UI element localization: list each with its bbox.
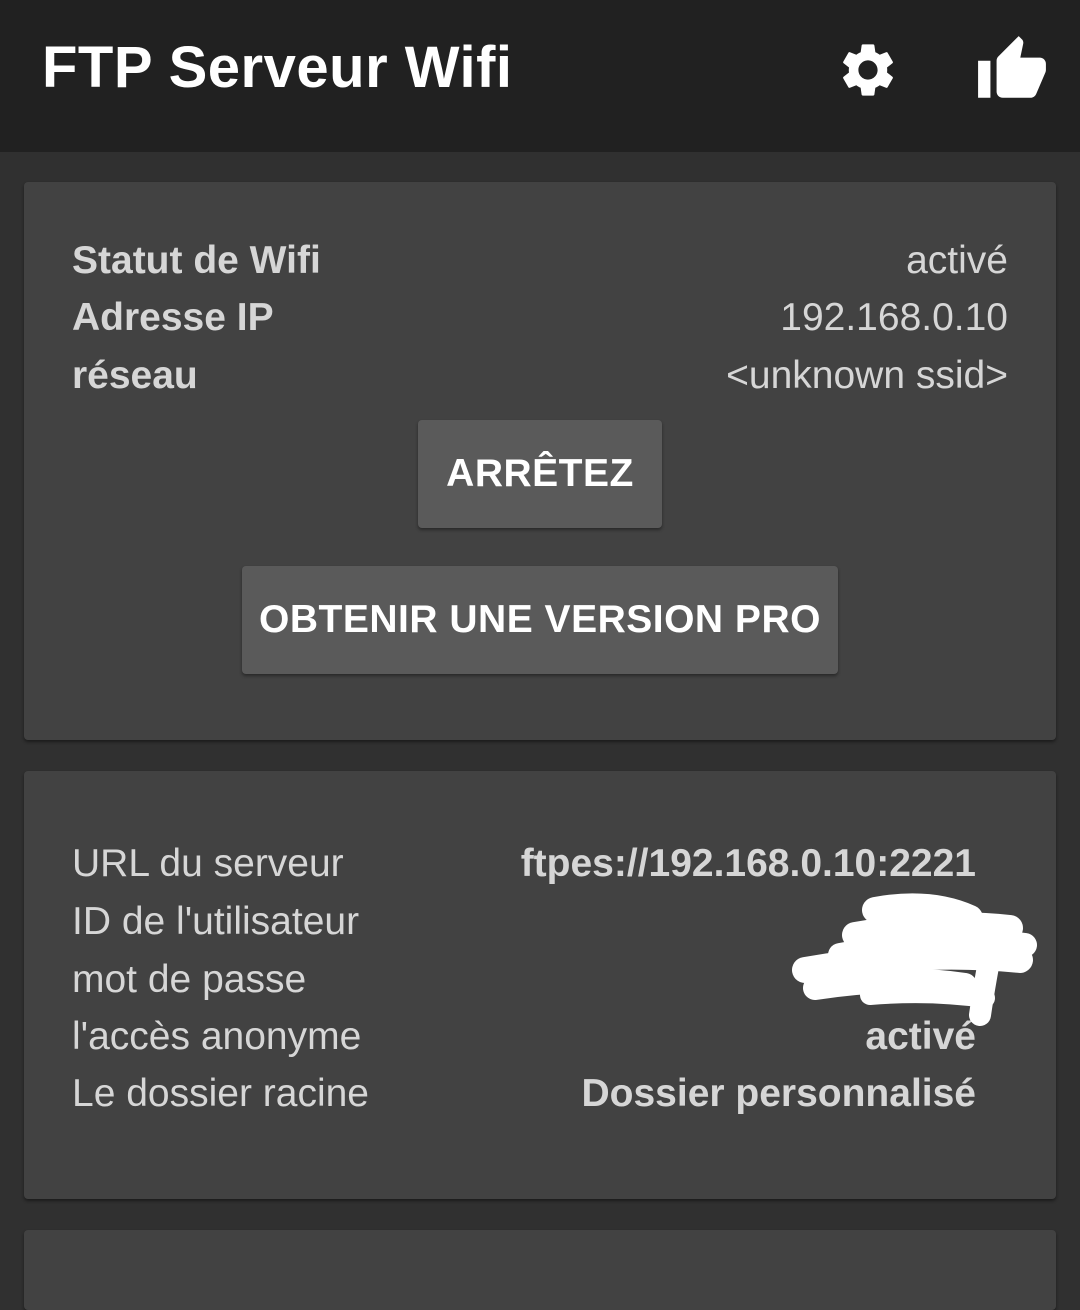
server-url-value: ftpes://192.168.0.10:2221 (520, 842, 976, 885)
password-label: mot de passe (72, 958, 307, 1001)
redaction-scribble (792, 893, 1037, 1026)
ip-address-value: 192.168.0.10 (780, 296, 1008, 339)
get-pro-version-button[interactable]: OBTENIR UNE VERSION PRO (242, 566, 838, 674)
wifi-status-value: activé (906, 239, 1008, 282)
user-id-label: ID de l'utilisateur (72, 900, 360, 943)
wifi-status-card: Statut de Wifi activé Adresse IP 192.168… (24, 182, 1056, 740)
anonymous-access-label: l'accès anonyme (72, 1015, 362, 1058)
next-card (24, 1230, 1056, 1310)
like-button[interactable] (970, 28, 1054, 112)
gear-icon (843, 44, 893, 96)
stop-server-button[interactable]: ARRÊTEZ (418, 420, 662, 528)
app-title: FTP Serveur Wifi (42, 35, 513, 100)
wifi-status-label: Statut de Wifi (72, 239, 321, 282)
ip-address-label: Adresse IP (72, 296, 274, 339)
server-url-label: URL du serveur (72, 842, 344, 885)
network-value: <unknown ssid> (726, 354, 1008, 397)
app-bar: FTP Serveur Wifi (0, 0, 1080, 152)
thumb-up-icon (978, 36, 1046, 98)
root-folder-label: Le dossier racine (72, 1072, 369, 1115)
settings-button[interactable] (826, 28, 910, 112)
root-folder-value: Dossier personnalisé (581, 1072, 977, 1115)
network-label: réseau (72, 354, 198, 397)
